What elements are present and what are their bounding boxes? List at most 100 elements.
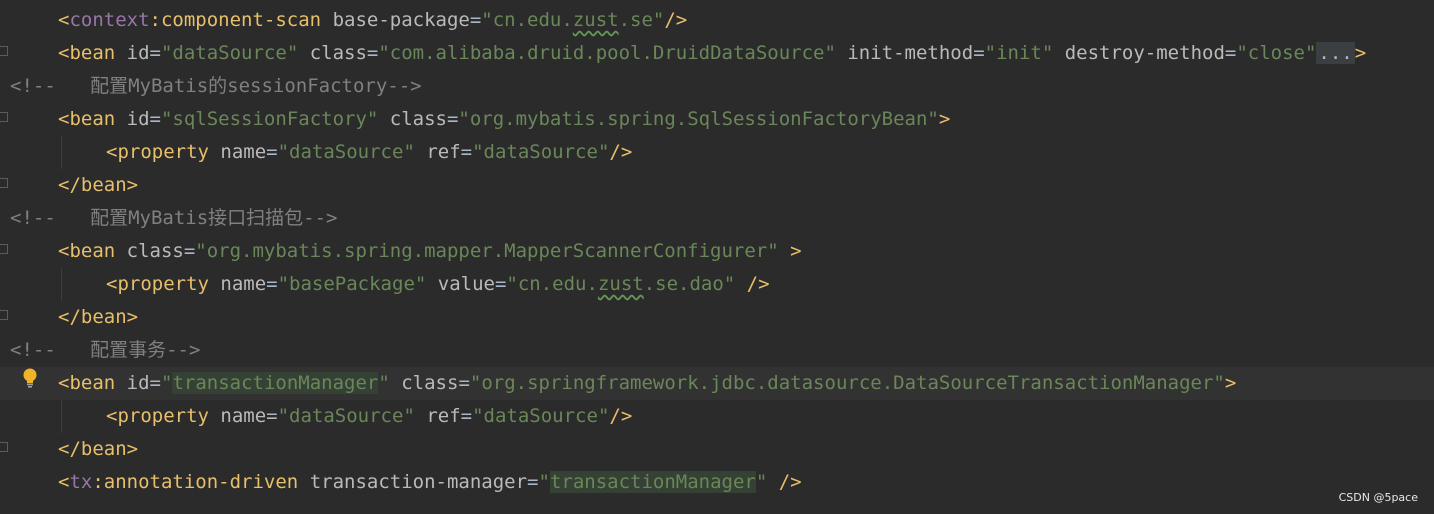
code-token: :component-scan xyxy=(149,9,333,31)
code-line[interactable]: <bean class="org.mybatis.spring.mapper.M… xyxy=(0,235,1434,268)
code-token: <bean xyxy=(58,372,127,394)
code-line-text[interactable]: </bean> xyxy=(58,433,138,466)
code-line-text[interactable]: <tx:annotation-driven transaction-manage… xyxy=(58,466,802,499)
code-token: = xyxy=(460,141,473,163)
code-token: = xyxy=(183,240,196,262)
lightbulb-icon[interactable] xyxy=(22,368,38,390)
code-token: > xyxy=(1224,372,1237,394)
code-token: = xyxy=(494,273,507,295)
code-token: = xyxy=(149,372,161,394)
code-token: </bean> xyxy=(58,174,139,196)
code-token: base-package xyxy=(332,9,470,31)
code-token: /> xyxy=(609,405,633,427)
code-line[interactable]: </bean> xyxy=(0,169,1434,202)
code-token: = xyxy=(460,405,473,427)
code-line-text[interactable]: <bean id="sqlSessionFactory" class="org.… xyxy=(58,103,950,136)
code-token: < xyxy=(58,9,70,31)
code-token: = xyxy=(973,42,985,64)
code-line[interactable]: <property name="basePackage" value="cn.e… xyxy=(0,268,1434,301)
code-token: /> xyxy=(664,9,688,31)
code-token: "dataSource" xyxy=(472,405,610,427)
code-token: "init" xyxy=(984,42,1065,64)
code-token: = xyxy=(149,108,161,130)
code-line[interactable]: <bean id="transactionManager" class="org… xyxy=(0,367,1434,400)
code-token: class xyxy=(309,42,367,64)
code-token: "close" xyxy=(1236,42,1317,64)
code-token: "org.mybatis.spring.mapper.MapperScanner… xyxy=(195,240,791,262)
code-line[interactable]: <!-- 配置MyBatis的sessionFactory--> xyxy=(0,70,1434,103)
code-token: = xyxy=(527,471,539,493)
code-token: /> xyxy=(609,141,633,163)
code-line-text[interactable]: <property name="dataSource" ref="dataSou… xyxy=(106,136,632,169)
code-token: /> xyxy=(746,273,770,295)
code-token: name xyxy=(220,141,267,163)
code-token: value xyxy=(437,273,495,295)
code-token: = xyxy=(469,9,482,31)
code-line[interactable]: <bean id="sqlSessionFactory" class="org.… xyxy=(0,103,1434,136)
code-token: <property xyxy=(106,141,221,163)
code-token: > xyxy=(1354,42,1367,64)
code-line-text[interactable]: <!-- 配置MyBatis接口扫描包--> xyxy=(10,202,337,235)
code-token: destroy-method xyxy=(1064,42,1225,64)
code-token: = xyxy=(149,42,161,64)
code-line-text[interactable]: <property name="dataSource" ref="dataSou… xyxy=(106,400,632,433)
code-line[interactable]: </bean> xyxy=(0,301,1434,334)
code-token: :annotation-driven xyxy=(92,471,310,493)
code-token: "org.mybatis.spring.SqlSessionFactoryBea… xyxy=(458,108,939,130)
code-token: "sqlSessionFactory" xyxy=(160,108,390,130)
code-line-text[interactable]: </bean> xyxy=(58,169,138,202)
code-token: ref xyxy=(426,405,461,427)
code-line[interactable]: <!-- 配置事务--> xyxy=(0,334,1434,367)
code-token: class xyxy=(126,240,184,262)
code-editor[interactable]: <context:component-scan base-package="cn… xyxy=(0,0,1434,514)
code-token: id xyxy=(126,372,150,394)
code-line[interactable]: </bean> xyxy=(0,433,1434,466)
code-token: = xyxy=(458,372,470,394)
code-token: "com.alibaba.druid.pool.DruidDataSource" xyxy=(378,42,848,64)
code-line[interactable]: <property name="dataSource" ref="dataSou… xyxy=(0,136,1434,169)
code-token: </bean> xyxy=(58,306,139,328)
code-token: name xyxy=(220,405,267,427)
code-line[interactable]: <!-- 配置MyBatis接口扫描包--> xyxy=(0,202,1434,235)
code-line-text[interactable]: <bean class="org.mybatis.spring.mapper.M… xyxy=(58,235,802,268)
code-token: context xyxy=(69,9,150,31)
code-line[interactable]: <tx:annotation-driven transaction-manage… xyxy=(0,466,1434,499)
code-token: <property xyxy=(106,405,221,427)
code-line[interactable]: <context:component-scan base-package="cn… xyxy=(0,4,1434,37)
code-token: "dataSource" xyxy=(472,141,610,163)
code-token: "basePackage" xyxy=(277,273,438,295)
code-line-text[interactable]: </bean> xyxy=(58,301,138,334)
code-token: "dataSource" xyxy=(277,141,427,163)
code-token: zust xyxy=(597,273,644,295)
code-token: class xyxy=(389,108,447,130)
code-line-text[interactable]: <!-- 配置事务--> xyxy=(10,334,200,367)
code-token: <!-- 配置MyBatis的sessionFactory--> xyxy=(10,75,422,97)
code-token: = xyxy=(266,273,278,295)
code-token: = xyxy=(1224,42,1237,64)
code-token: "dataSource" xyxy=(277,405,427,427)
code-token: init-method xyxy=(847,42,974,64)
code-token: .se.dao" xyxy=(643,273,747,295)
code-token: = xyxy=(266,141,278,163)
code-line-text[interactable]: <context:component-scan base-package="cn… xyxy=(58,4,687,37)
code-token: <bean xyxy=(58,240,127,262)
code-line[interactable]: <bean id="dataSource" class="com.alibaba… xyxy=(0,37,1434,70)
code-token: > xyxy=(790,240,802,262)
code-line-text[interactable]: <bean id="transactionManager" class="org… xyxy=(58,367,1236,400)
code-line-text[interactable]: <!-- 配置MyBatis的sessionFactory--> xyxy=(10,70,422,103)
code-token: id xyxy=(126,108,150,130)
watermark: CSDN @5pace xyxy=(1338,491,1418,504)
code-line[interactable]: <property name="dataSource" ref="dataSou… xyxy=(0,400,1434,433)
code-token: " xyxy=(160,372,173,394)
code-token: "dataSource" xyxy=(160,42,310,64)
code-token: .se" xyxy=(618,9,665,31)
code-token: <bean xyxy=(58,42,127,64)
code-token: ... xyxy=(1316,42,1355,64)
code-token: " xyxy=(755,471,779,493)
code-line-text[interactable]: <property name="basePackage" value="cn.e… xyxy=(106,268,770,301)
code-token: /> xyxy=(778,471,802,493)
code-token: <!-- 配置MyBatis接口扫描包--> xyxy=(10,207,338,229)
code-token: tx xyxy=(69,471,93,493)
code-token: "cn.edu. xyxy=(481,9,573,31)
code-line-text[interactable]: <bean id="dataSource" class="com.alibaba… xyxy=(58,37,1366,70)
